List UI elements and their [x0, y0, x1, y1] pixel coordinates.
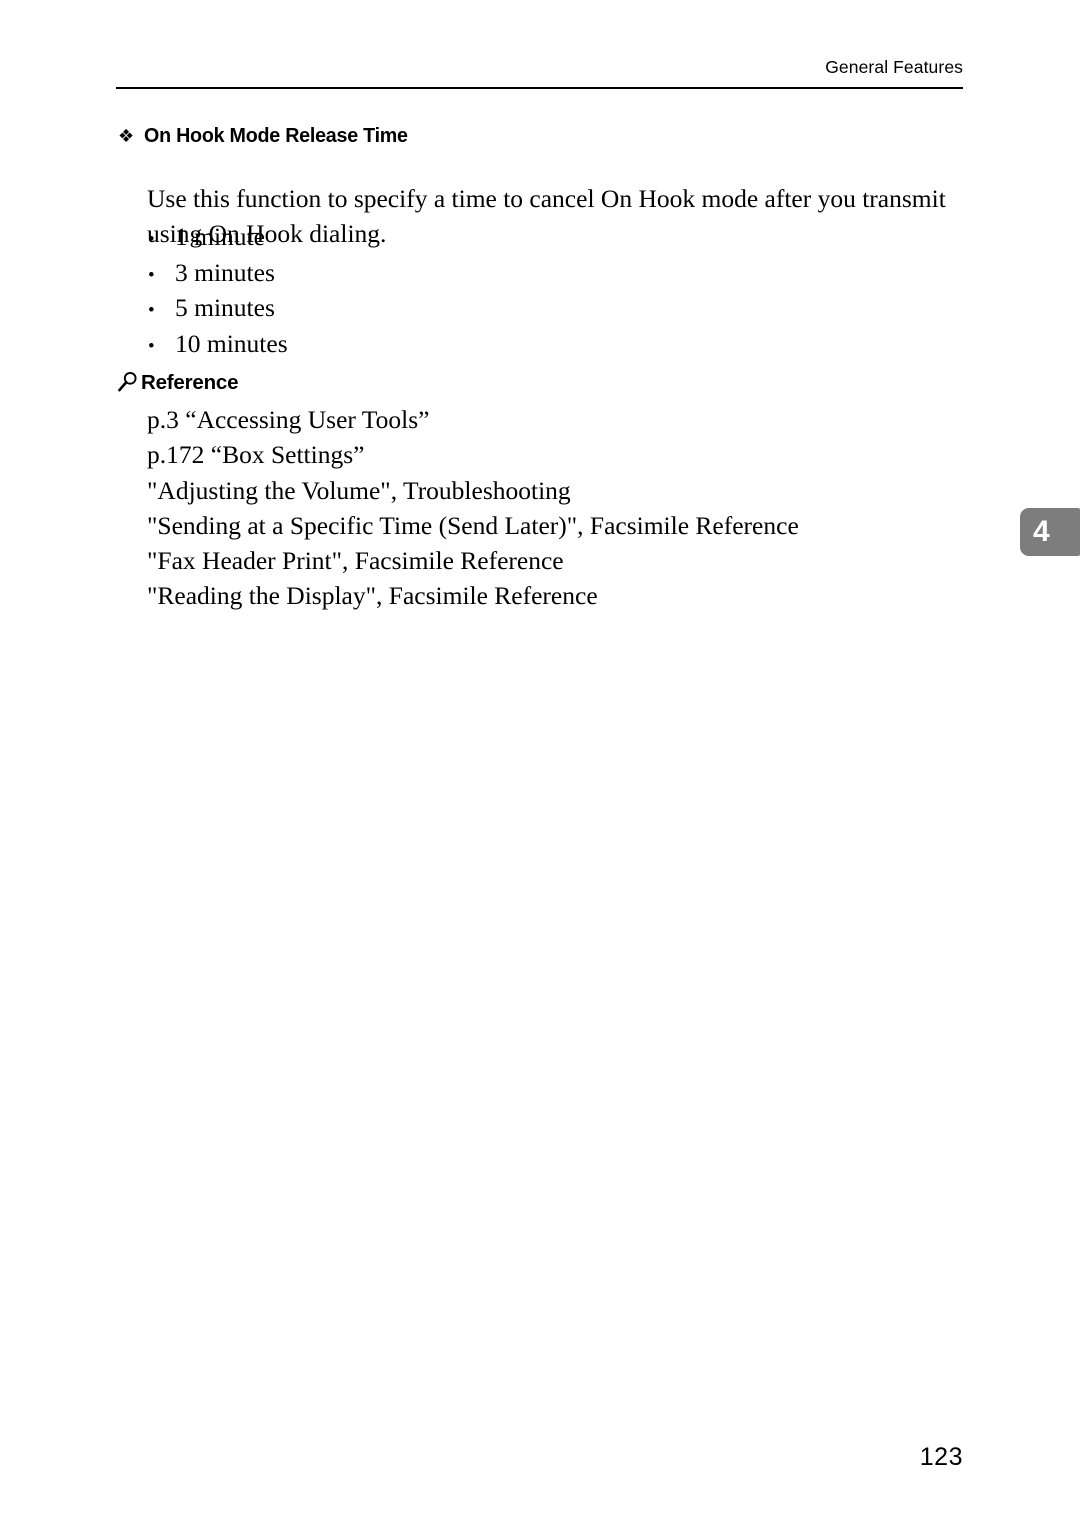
option-list: • 1 minute • 3 minutes • 5 minutes • 10 …: [148, 219, 748, 361]
list-item: • 5 minutes: [148, 290, 748, 326]
reference-item: "Adjusting the Volume", Troubleshooting: [147, 475, 571, 505]
bullet-icon: •: [148, 300, 155, 321]
section-heading: ❖ On Hook Mode Release Time: [118, 124, 419, 148]
page-number: 123: [919, 1443, 963, 1471]
section-heading-title: On Hook Mode Release Time: [144, 124, 408, 147]
reference-item: "Fax Header Print", Facsimile Reference: [147, 546, 564, 576]
reference-heading-title: Reference: [141, 371, 239, 394]
reference-item: p.3 “Accessing User Tools”: [147, 405, 430, 434]
bullet-icon: •: [148, 229, 155, 250]
option-label: 10 minutes: [175, 328, 288, 358]
list-item: • 1 minute: [148, 219, 748, 255]
list-item: • 10 minutes: [148, 326, 748, 362]
bullet-icon: •: [148, 264, 155, 286]
reference-list: p.3 “Accessing User Tools” p.172 “Box Se…: [147, 402, 977, 614]
document-page: General Features ❖ On Hook Mode Release …: [0, 0, 1080, 1526]
bullet-icon: •: [148, 335, 155, 357]
reference-item: p.172 “Box Settings”: [147, 440, 365, 470]
magnifier-icon: [116, 370, 140, 394]
list-item: • 3 minutes: [148, 255, 748, 291]
option-label: 5 minutes: [175, 293, 275, 322]
header-divider-rule: [116, 87, 963, 89]
running-header: General Features: [116, 57, 963, 77]
option-label: 1 minute: [175, 222, 265, 251]
diamond-lozenge-icon: ❖: [118, 126, 135, 147]
chapter-tab: 4: [1020, 508, 1080, 556]
option-label: 3 minutes: [175, 257, 275, 287]
running-header-title: General Features: [825, 57, 963, 77]
reference-item: "Reading the Display", Facsimile Referen…: [147, 581, 598, 611]
reference-heading: Reference: [116, 370, 239, 395]
reference-item: "Sending at a Specific Time (Send Later)…: [147, 510, 799, 540]
chapter-tab-number: 4: [1033, 515, 1050, 548]
